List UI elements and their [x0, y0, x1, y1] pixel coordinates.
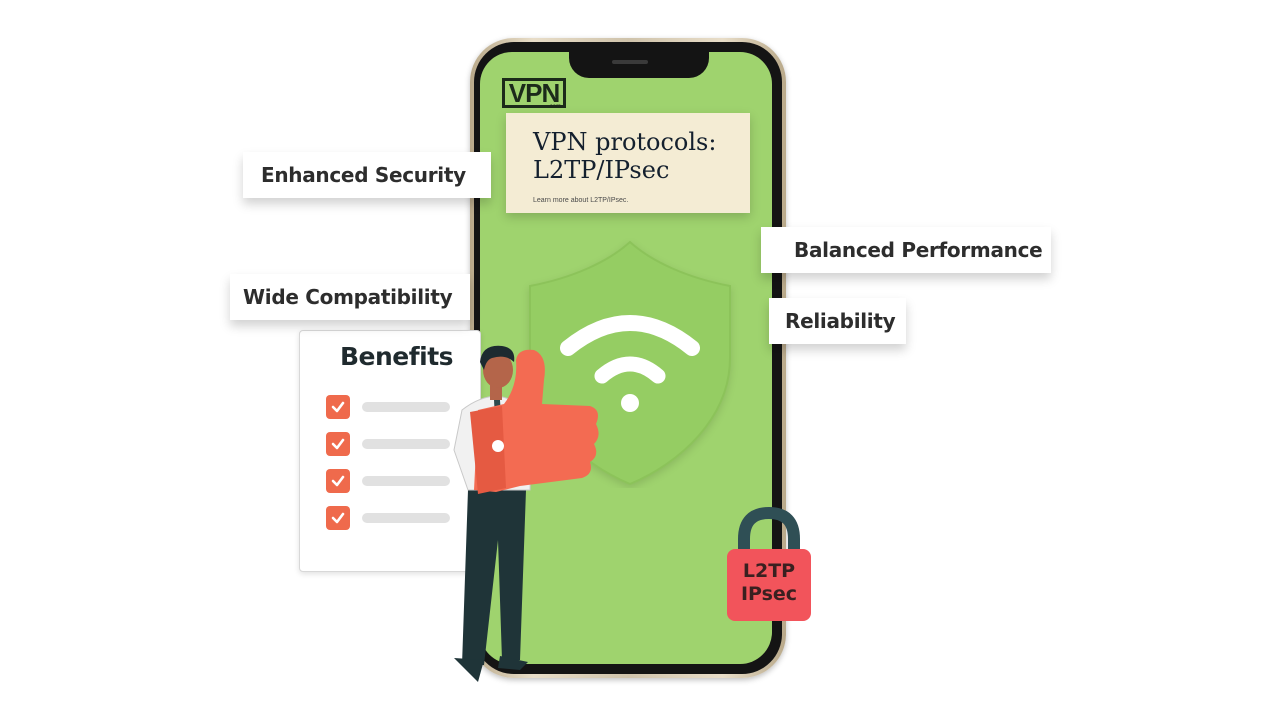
tag-enhanced-security: Enhanced Security	[243, 152, 491, 198]
benefit-item	[326, 432, 450, 456]
checkbox-checked-icon[interactable]	[326, 432, 350, 456]
person-shoe-left	[454, 658, 484, 682]
page-title: VPN protocols: L2TP/IPsec	[533, 128, 716, 184]
title-line-2: L2TP/IPsec	[533, 156, 670, 184]
checkbox-checked-icon[interactable]	[326, 395, 350, 419]
wifi-dot	[621, 394, 639, 412]
vpn-logo-text: VPN	[508, 78, 560, 108]
tag-reliability: Reliability	[769, 298, 906, 344]
tag-balanced-performance-label: Balanced Performance	[794, 238, 1043, 262]
padlock-shackle	[738, 506, 800, 555]
checkbox-checked-icon[interactable]	[326, 506, 350, 530]
tag-enhanced-security-label: Enhanced Security	[261, 163, 466, 187]
title-line-1: VPN protocols:	[533, 128, 717, 156]
tag-wide-compatibility-label: Wide Compatibility	[243, 285, 453, 309]
benefit-item	[326, 469, 450, 493]
benefit-placeholder-bar	[362, 402, 450, 412]
person-legs	[462, 490, 526, 665]
vpn-logo-suffix: .com	[548, 104, 562, 110]
benefits-title: Benefits	[340, 342, 454, 371]
person-thumbs-up-illustration	[453, 345, 599, 682]
padlock-label: L2TP IPsec	[727, 560, 811, 606]
tag-reliability-label: Reliability	[785, 309, 896, 333]
tag-balanced-performance: Balanced Performance	[761, 227, 1051, 273]
benefit-item	[326, 395, 450, 419]
tag-wide-compatibility: Wide Compatibility	[230, 274, 470, 320]
padlock-label-line-2: IPsec	[740, 583, 798, 605]
benefits-list	[326, 395, 450, 530]
checkbox-checked-icon[interactable]	[326, 469, 350, 493]
padlock-label-line-1: L2TP	[742, 560, 796, 582]
benefit-item	[326, 506, 450, 530]
thumbs-up-button	[492, 440, 504, 452]
learn-more-link[interactable]: Learn more about L2TP/IPsec.	[533, 197, 628, 204]
phone-speaker	[612, 60, 648, 64]
benefit-placeholder-bar	[362, 439, 450, 449]
benefit-placeholder-bar	[362, 513, 450, 523]
benefit-placeholder-bar	[362, 476, 450, 486]
